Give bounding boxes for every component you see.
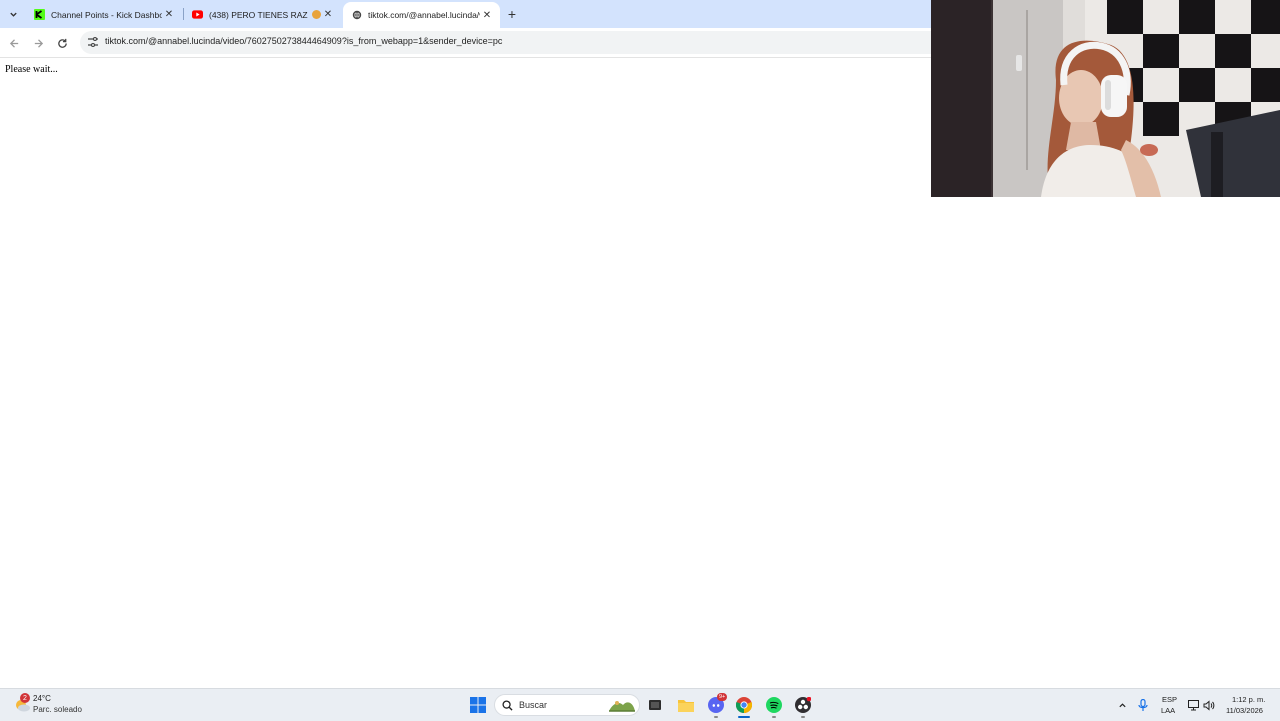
windows-taskbar: 2 24°C Parc. soleado Buscar 9+ ESP LAA 1… — [0, 688, 1280, 721]
close-icon[interactable]: ✕ — [162, 8, 176, 22]
youtube-icon — [192, 9, 203, 20]
chevron-down-icon — [9, 12, 17, 17]
tab-title: (438) PERO TIENES RAZÓN — [209, 9, 308, 20]
reload-icon — [57, 38, 67, 48]
discord-button[interactable]: 9+ — [706, 693, 728, 715]
page-loading-message: Please wait... — [5, 64, 58, 75]
tab-title: Channel Points - Kick Dashboard — [51, 9, 162, 20]
file-explorer-icon — [678, 700, 694, 712]
arrow-right-icon — [34, 38, 43, 48]
webcam-overlay — [931, 0, 1280, 197]
weather-badge: 2 — [20, 693, 30, 703]
chevron-up-icon — [1118, 702, 1126, 707]
running-indicator — [772, 716, 776, 718]
search-placeholder: Buscar — [519, 700, 548, 710]
url-text: tiktok.com/@annabel.lucinda/video/760275… — [105, 36, 503, 46]
language-code: ESP — [1162, 695, 1178, 704]
search-highlight-icon — [609, 701, 635, 712]
tab-youtube[interactable]: (438) PERO TIENES RAZÓN ✕ — [184, 3, 341, 26]
chrome-button[interactable] — [734, 695, 754, 715]
tab-tiktok[interactable]: tiktok.com/@annabel.lucinda/video/760275… — [343, 2, 500, 28]
reload-button[interactable] — [53, 34, 71, 52]
new-tab-button[interactable]: + — [504, 6, 520, 22]
clock-time: 1:12 p. m. — [1232, 695, 1266, 704]
webcam-feed-image — [931, 0, 1280, 197]
tab-search-button[interactable] — [4, 5, 22, 23]
running-indicator — [801, 716, 805, 718]
spotify-button[interactable] — [764, 695, 784, 715]
audio-emoji-icon — [312, 10, 321, 19]
microphone-icon — [1138, 698, 1148, 711]
site-info-icon[interactable] — [86, 35, 100, 49]
search-icon — [502, 700, 513, 711]
volume-button[interactable] — [1199, 695, 1219, 715]
show-hidden-icons-button[interactable] — [1112, 695, 1132, 715]
file-explorer-button[interactable] — [676, 695, 696, 715]
close-icon[interactable]: ✕ — [480, 8, 494, 22]
back-button[interactable] — [5, 34, 23, 52]
taskbar-search-box[interactable]: Buscar — [494, 694, 640, 716]
close-icon[interactable]: ✕ — [321, 8, 335, 22]
weather-temperature: 24°C — [33, 694, 51, 703]
kick-icon — [34, 9, 45, 20]
obs-icon — [795, 697, 811, 713]
task-view-button[interactable] — [645, 695, 665, 715]
volume-icon — [1203, 699, 1215, 711]
running-indicator — [714, 716, 718, 718]
forward-button[interactable] — [29, 34, 47, 52]
spotify-icon — [766, 697, 782, 713]
discord-badge: 9+ — [717, 693, 728, 701]
clock-date: 11/03/2026 — [1226, 706, 1263, 715]
windows-start-button[interactable] — [468, 695, 488, 715]
arrow-left-icon — [9, 38, 18, 48]
chrome-icon — [736, 697, 752, 713]
microphone-button[interactable] — [1133, 695, 1153, 715]
windows-start-icon — [470, 697, 486, 713]
obs-button[interactable] — [793, 695, 813, 715]
task-view-icon — [649, 700, 661, 710]
weather-description: Parc. soleado — [33, 705, 82, 714]
active-indicator — [738, 716, 750, 718]
loading-icon — [351, 10, 362, 21]
tab-kick-dashboard[interactable]: Channel Points - Kick Dashboard ✕ — [26, 3, 182, 26]
keyboard-layout: LAA — [1161, 706, 1176, 715]
tab-title: tiktok.com/@annabel.lucinda/video/760275… — [368, 10, 480, 20]
